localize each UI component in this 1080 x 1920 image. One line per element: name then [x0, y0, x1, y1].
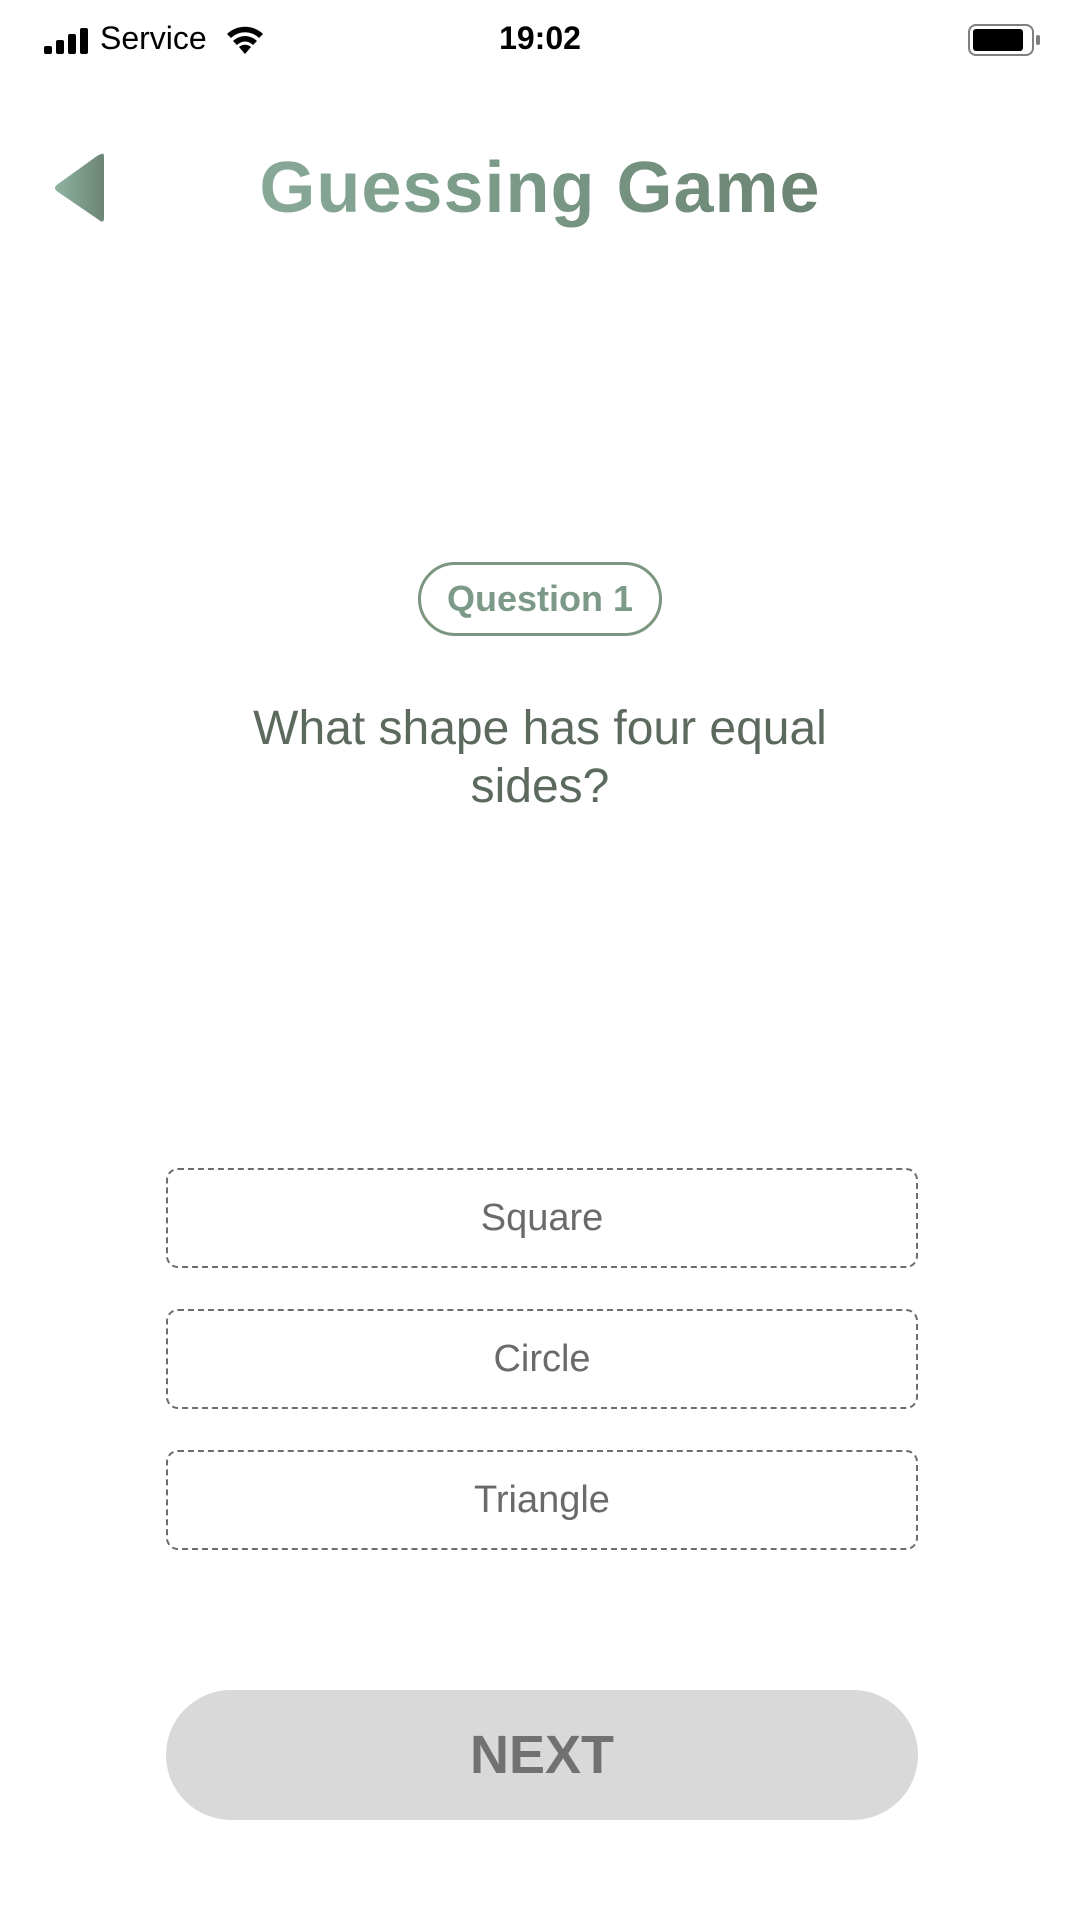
question-number-badge: Question 1 — [418, 562, 662, 636]
question-text: What shape has four equal sides? — [253, 702, 827, 813]
answer-options: Square Circle Triangle — [166, 1168, 918, 1591]
status-time: 19:02 — [499, 20, 581, 56]
answer-option-square[interactable]: Square — [166, 1168, 918, 1268]
page-title: Guessing Game — [0, 140, 1080, 236]
answer-option-triangle[interactable]: Triangle — [166, 1450, 918, 1550]
status-bar: Service 19:02 — [0, 0, 1080, 80]
answer-option-circle[interactable]: Circle — [166, 1309, 918, 1409]
battery-icon — [968, 24, 1040, 56]
next-button[interactable]: NEXT — [166, 1690, 918, 1820]
